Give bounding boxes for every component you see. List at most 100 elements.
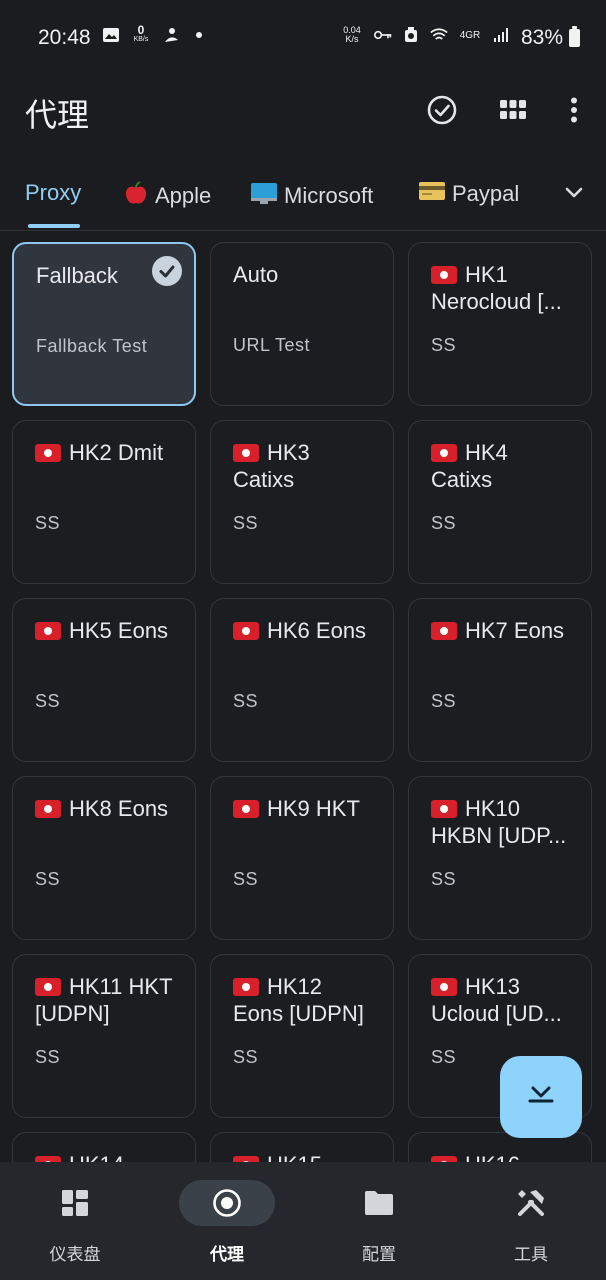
proxy-card[interactable]: HK5 Eons SS <box>12 598 196 762</box>
proxy-name: Auto <box>233 261 375 288</box>
net-speed-indicator: 0 KB/s <box>133 23 149 43</box>
proxy-type: SS <box>35 869 61 889</box>
proxy-type: SS <box>431 513 457 533</box>
proxy-card[interactable]: HK1 Nerocloud [... SS <box>408 242 592 406</box>
proxy-card[interactable]: HK14 <box>12 1132 196 1162</box>
folder-icon <box>364 1188 394 1218</box>
proxy-grid: Fallback Fallback Test Auto URL Test HK1 Ner… <box>12 242 594 1162</box>
proxy-type: SS <box>233 1047 259 1067</box>
signal-icon <box>492 26 510 44</box>
check-circle-icon[interactable] <box>424 92 460 128</box>
bottom-navigation: 仪表盘 代理 配置 工具 <box>0 1162 606 1280</box>
tab-label: Microsoft <box>284 183 374 208</box>
hk-flag-icon <box>35 978 61 996</box>
battery-percent: 83% <box>520 26 563 49</box>
hk-flag-icon <box>431 444 457 462</box>
tab-label: Apple <box>155 183 212 208</box>
nav-proxy[interactable]: 代理 <box>152 1162 302 1280</box>
proxy-name: HK16 <box>431 1151 573 1162</box>
proxy-name-text: HK15 <box>267 1152 322 1162</box>
hk-flag-icon <box>431 622 457 640</box>
proxy-type: SS <box>431 1047 457 1067</box>
battery-indicator: 83% <box>521 26 580 50</box>
proxy-card[interactable]: HK12 Eons [UDPN] SS <box>210 954 394 1118</box>
proxy-name: HK13 Ucloud [UD... <box>431 973 573 1027</box>
proxy-name: HK6 Eons <box>233 617 375 644</box>
nav-label: 配置 <box>362 1245 396 1265</box>
tab-apple[interactable]: Apple <box>123 180 211 212</box>
proxy-name: HK11 HKT [UDPN] <box>35 973 177 1027</box>
proxy-name-text: HK9 HKT <box>267 796 360 821</box>
nav-label: 工具 <box>514 1245 548 1265</box>
status-time: 20:48 <box>38 26 91 49</box>
tools-icon <box>516 1188 546 1218</box>
proxy-name: HK1 Nerocloud [... <box>431 261 573 315</box>
proxy-type: SS <box>431 335 457 355</box>
nav-tools[interactable]: 工具 <box>456 1162 606 1280</box>
proxy-card[interactable]: HK2 Dmit SS <box>12 420 196 584</box>
computer-emoji-icon <box>250 180 278 212</box>
net-speed-indicator-right: 0.04 K/s <box>343 25 361 44</box>
proxy-name: HK4 Catixs <box>431 439 573 493</box>
hk-flag-icon <box>35 444 61 462</box>
proxy-name-text: HK7 Eons <box>465 618 565 643</box>
proxy-name: HK5 Eons <box>35 617 177 644</box>
proxy-type: SS <box>233 869 259 889</box>
dot-icon <box>190 26 208 44</box>
tab-label: Paypal <box>452 181 520 206</box>
proxy-type: SS <box>35 691 61 711</box>
dashboard-icon <box>60 1188 90 1218</box>
status-left-icons: 0 KB/s <box>102 23 208 44</box>
proxy-name-text: Auto <box>233 262 279 287</box>
network-type: 4GR <box>459 29 481 41</box>
proxy-card[interactable]: Auto URL Test <box>210 242 394 406</box>
proxy-name: HK14 <box>35 1151 177 1162</box>
proxy-name-text: HK16 <box>465 1152 520 1162</box>
proxy-name-text: HK6 Eons <box>267 618 367 643</box>
gallery-icon <box>102 26 120 44</box>
proxy-card[interactable]: HK11 HKT [UDPN] SS <box>12 954 196 1118</box>
radio-target-icon <box>212 1188 242 1218</box>
vpn-key-icon <box>374 26 392 44</box>
grid-icon[interactable] <box>495 92 531 128</box>
tab-microsoft[interactable]: Microsoft <box>250 180 373 212</box>
tab-indicator <box>28 224 80 228</box>
hk-flag-icon <box>35 622 61 640</box>
proxy-card[interactable]: HK10 HKBN [UDP... SS <box>408 776 592 940</box>
proxy-card[interactable]: HK6 Eons SS <box>210 598 394 762</box>
proxy-name: HK12 Eons [UDPN] <box>233 973 375 1027</box>
nav-config[interactable]: 配置 <box>304 1162 454 1280</box>
hk-flag-icon <box>431 800 457 818</box>
scroll-locate-button[interactable] <box>500 1056 582 1138</box>
proxy-type: SS <box>431 869 457 889</box>
proxy-type: SS <box>233 691 259 711</box>
proxy-card[interactable]: HK8 Eons SS <box>12 776 196 940</box>
more-vert-icon[interactable] <box>556 92 592 128</box>
proxy-card[interactable]: Fallback Fallback Test <box>12 242 196 406</box>
proxy-card[interactable]: HK15 <box>210 1132 394 1162</box>
tab-paypal[interactable]: Paypal <box>418 180 519 208</box>
proxy-type: URL Test <box>233 335 311 355</box>
nav-label: 代理 <box>210 1245 244 1265</box>
app-notification-icon <box>162 26 180 44</box>
proxy-card[interactable]: HK7 Eons SS <box>408 598 592 762</box>
tab-proxy[interactable]: Proxy <box>25 180 81 206</box>
proxy-card[interactable]: HK9 HKT SS <box>210 776 394 940</box>
proxy-name-text: HK14 <box>69 1152 124 1162</box>
status-bar: 20:48 0 KB/s 0.04 K/s 4GR 83% <box>0 0 606 76</box>
proxy-name: HK2 Dmit <box>35 439 177 466</box>
chevron-down-icon[interactable] <box>562 180 586 204</box>
page-title: 代理 <box>25 96 90 134</box>
proxy-type: Fallback Test <box>36 336 148 356</box>
apple-emoji-icon <box>123 180 149 212</box>
proxy-name: HK7 Eons <box>431 617 573 644</box>
proxy-card[interactable]: HK3 Catixs SS <box>210 420 394 584</box>
proxy-name-text: HK8 Eons <box>69 796 169 821</box>
proxy-card[interactable]: HK4 Catixs SS <box>408 420 592 584</box>
proxy-type: SS <box>431 691 457 711</box>
nav-dashboard[interactable]: 仪表盘 <box>0 1162 150 1280</box>
battery-icon <box>569 26 580 47</box>
tab-label: Proxy <box>25 180 82 205</box>
proxy-name-text: Fallback <box>36 263 118 288</box>
proxy-type: SS <box>233 513 259 533</box>
